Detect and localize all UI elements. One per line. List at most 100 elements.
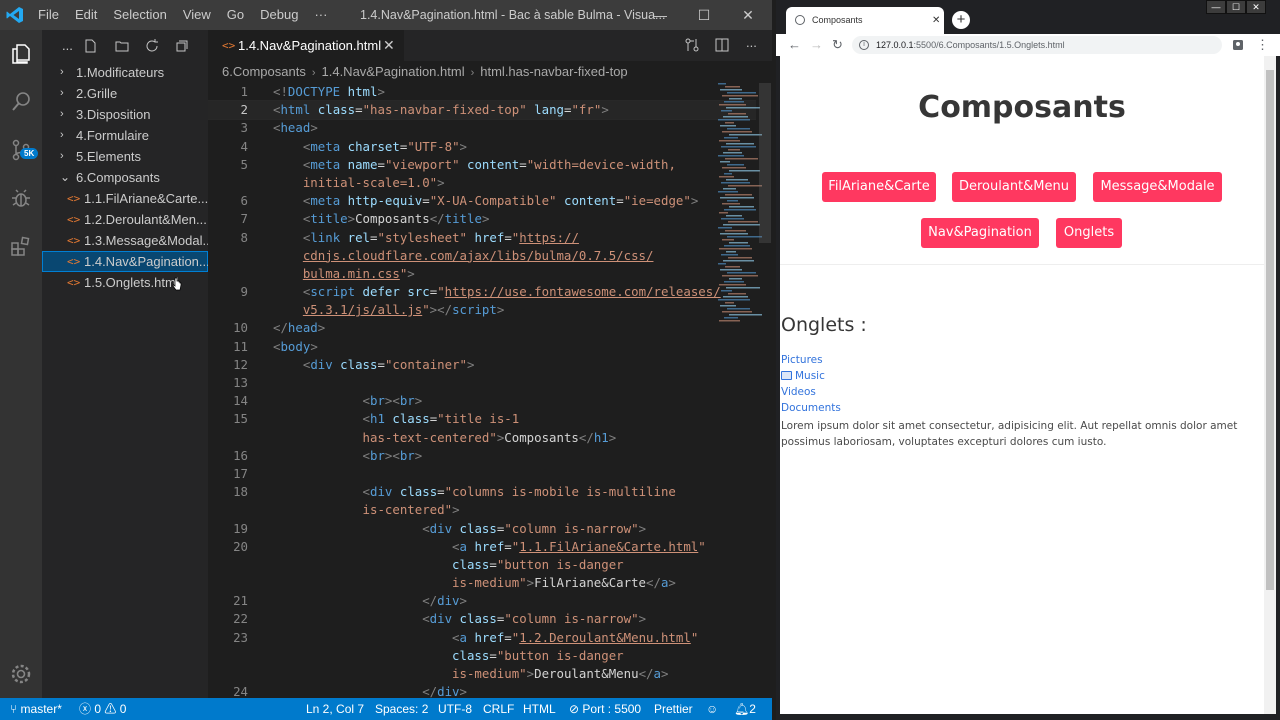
tree-folder[interactable]: › 1.Modificateurs bbox=[42, 62, 208, 83]
tree-file[interactable]: <> 1.2.Deroulant&Men... bbox=[42, 209, 208, 230]
search-icon[interactable] bbox=[0, 78, 42, 126]
feedback-smiley-icon[interactable]: ☺ bbox=[706, 698, 718, 720]
code-line[interactable]: 21 </div> bbox=[208, 592, 756, 610]
button-filariane-carte[interactable]: FilAriane&Carte bbox=[822, 172, 936, 202]
language-mode[interactable]: HTML bbox=[523, 698, 556, 720]
explorer-icon[interactable] bbox=[0, 30, 42, 78]
breadcrumb-item[interactable]: html.has-navbar-fixed-top bbox=[480, 64, 627, 79]
tree-file[interactable]: <> 1.4.Nav&Pagination.... bbox=[42, 251, 208, 272]
menu-item-more[interactable]: ··· bbox=[306, 0, 335, 30]
chrome-minimize-button[interactable]: — bbox=[1206, 0, 1226, 14]
tree-folder[interactable]: › 3.Disposition bbox=[42, 104, 208, 125]
collapse-all-icon[interactable] bbox=[174, 38, 190, 54]
new-folder-icon[interactable] bbox=[114, 38, 130, 54]
notifications-bell-icon[interactable]: 🔔︎2 bbox=[734, 698, 756, 720]
problems-status[interactable]: ⓧ 0 ⚠ 0 bbox=[79, 698, 126, 720]
code-line[interactable]: class="button is-danger bbox=[208, 556, 756, 574]
profile-icon[interactable] bbox=[1232, 39, 1244, 51]
split-editor-icon[interactable] bbox=[714, 37, 730, 53]
code-line[interactable]: 9 <script defer src="https://use.fontawe… bbox=[208, 283, 756, 301]
close-button[interactable]: ✕ bbox=[726, 0, 770, 30]
chrome-maximize-button[interactable]: ☐ bbox=[1226, 0, 1246, 14]
cursor-position[interactable]: Ln 2, Col 7 bbox=[306, 698, 364, 720]
code-line[interactable]: 24 </div> bbox=[208, 683, 756, 698]
code-line[interactable]: 10 </head> bbox=[208, 319, 756, 337]
debug-icon[interactable] bbox=[0, 174, 42, 222]
button-deroulant-menu[interactable]: Deroulant&Menu bbox=[952, 172, 1076, 202]
new-file-icon[interactable] bbox=[82, 38, 98, 54]
menu-item-edit[interactable]: Edit bbox=[67, 0, 105, 30]
code-line[interactable]: 22 <div class="column is-narrow"> bbox=[208, 610, 756, 628]
menu-item-debug[interactable]: Debug bbox=[252, 0, 306, 30]
code-line[interactable]: 19 <div class="column is-narrow"> bbox=[208, 520, 756, 538]
code-line[interactable]: 6 <meta http-equiv="X-UA-Compatible" con… bbox=[208, 192, 756, 210]
tree-file[interactable]: <> 1.5.Onglets.html bbox=[42, 272, 208, 293]
code-line[interactable]: 2 <html class="has-navbar-fixed-top" lang… bbox=[208, 100, 756, 121]
tab-link-documents[interactable]: Documents bbox=[781, 402, 841, 414]
page-scrollbar[interactable] bbox=[1264, 56, 1276, 714]
code-line[interactable]: 17 bbox=[208, 465, 756, 483]
open-changes-icon[interactable] bbox=[684, 37, 700, 53]
minimap[interactable] bbox=[716, 83, 762, 323]
editor-scrollbar[interactable] bbox=[759, 83, 771, 243]
code-line[interactable]: 3 <head> bbox=[208, 119, 756, 137]
new-tab-button[interactable]: + bbox=[952, 11, 970, 29]
tab-link-pictures[interactable]: Pictures bbox=[781, 354, 823, 366]
extensions-icon[interactable] bbox=[0, 222, 42, 270]
code-line[interactable]: 15 <h1 class="title is-1 bbox=[208, 410, 756, 428]
minimize-button[interactable]: — bbox=[638, 0, 682, 30]
page-scrollbar-thumb[interactable] bbox=[1266, 70, 1274, 590]
code-line[interactable]: is-medium">FilAriane&Carte</a> bbox=[208, 574, 756, 592]
refresh-icon[interactable] bbox=[144, 38, 160, 54]
tree-folder[interactable]: › 2.Grille bbox=[42, 83, 208, 104]
forward-arrow-icon[interactable]: → bbox=[810, 36, 823, 54]
browser-tab-close-icon[interactable]: ✕ bbox=[932, 7, 940, 34]
menu-item-file[interactable]: File bbox=[30, 0, 67, 30]
source-control-icon[interactable]: 5K bbox=[0, 126, 42, 174]
line-endings[interactable]: CRLF bbox=[483, 698, 514, 720]
encoding[interactable]: UTF-8 bbox=[438, 698, 472, 720]
code-line[interactable]: 23 <a href="1.2.Deroulant&Menu.html" bbox=[208, 629, 756, 647]
more-editor-actions[interactable]: ... bbox=[746, 35, 762, 51]
code-line[interactable]: 12 <div class="container"> bbox=[208, 356, 756, 374]
tab-link-videos[interactable]: Videos bbox=[781, 386, 816, 398]
indentation[interactable]: Spaces: 2 bbox=[375, 698, 428, 720]
code-line[interactable]: 13 bbox=[208, 374, 756, 392]
code-line[interactable]: class="button is-danger bbox=[208, 647, 756, 665]
chrome-close-button[interactable]: ✕ bbox=[1246, 0, 1266, 14]
menu-item-go[interactable]: Go bbox=[219, 0, 252, 30]
tab-link-music[interactable]: Music bbox=[795, 370, 825, 382]
code-line[interactable]: 4 <meta charset="UTF-8"> bbox=[208, 138, 756, 156]
code-line[interactable]: 8 <link rel="stylesheet" href="https:// bbox=[208, 229, 756, 247]
browser-tab-composants[interactable]: Composants ✕ bbox=[786, 7, 944, 34]
code-line[interactable]: initial-scale=1.0"> bbox=[208, 174, 756, 192]
reload-icon[interactable]: ↻ bbox=[832, 36, 843, 54]
menu-item-view[interactable]: View bbox=[175, 0, 219, 30]
breadcrumb-item[interactable]: 6.Composants bbox=[222, 64, 306, 79]
address-bar[interactable]: i 127.0.0.1:5500/6.Composants/1.5.Onglet… bbox=[852, 36, 1222, 54]
branch-status[interactable]: ⑂ master* bbox=[10, 698, 62, 720]
code-line[interactable]: has-text-centered">Composants</h1> bbox=[208, 429, 756, 447]
chrome-menu-icon[interactable]: ⋮ bbox=[1256, 36, 1269, 54]
code-line[interactable]: 1 <!DOCTYPE html> bbox=[208, 83, 756, 101]
button-nav-pagination[interactable]: Nav&Pagination bbox=[921, 218, 1039, 248]
code-editor[interactable]: 1 <!DOCTYPE html> 2 <html class="has-navbar… bbox=[208, 83, 756, 698]
tree-folder[interactable]: › 4.Formulaire bbox=[42, 125, 208, 146]
button-message-modale[interactable]: Message&Modale bbox=[1093, 172, 1222, 202]
breadcrumb-item[interactable]: 1.4.Nav&Pagination.html bbox=[322, 64, 465, 79]
more-actions[interactable]: ... bbox=[62, 38, 73, 53]
code-line[interactable]: bulma.min.css"> bbox=[208, 265, 756, 283]
tree-folder[interactable]: › 5.Elements bbox=[42, 146, 208, 167]
code-line[interactable]: 20 <a href="1.1.FilAriane&Carte.html" bbox=[208, 538, 756, 556]
code-line[interactable]: 16 <br><br> bbox=[208, 447, 756, 465]
code-line[interactable]: 11 <body> bbox=[208, 338, 756, 356]
code-line[interactable]: is-centered"> bbox=[208, 501, 756, 519]
code-line[interactable]: is-medium">Deroulant&Menu</a> bbox=[208, 665, 756, 683]
tree-file[interactable]: <> 1.1.FilAriane&Carte.... bbox=[42, 188, 208, 209]
tree-folder[interactable]: ⌄ 6.Composants bbox=[42, 167, 208, 188]
code-line[interactable]: 7 <title>Composants</title> bbox=[208, 210, 756, 228]
button-onglets[interactable]: Onglets bbox=[1056, 218, 1122, 248]
code-line[interactable]: 14 <br><br> bbox=[208, 392, 756, 410]
settings-gear-icon[interactable] bbox=[0, 650, 42, 698]
live-server-status[interactable]: ⊘ Port : 5500 bbox=[569, 698, 641, 720]
